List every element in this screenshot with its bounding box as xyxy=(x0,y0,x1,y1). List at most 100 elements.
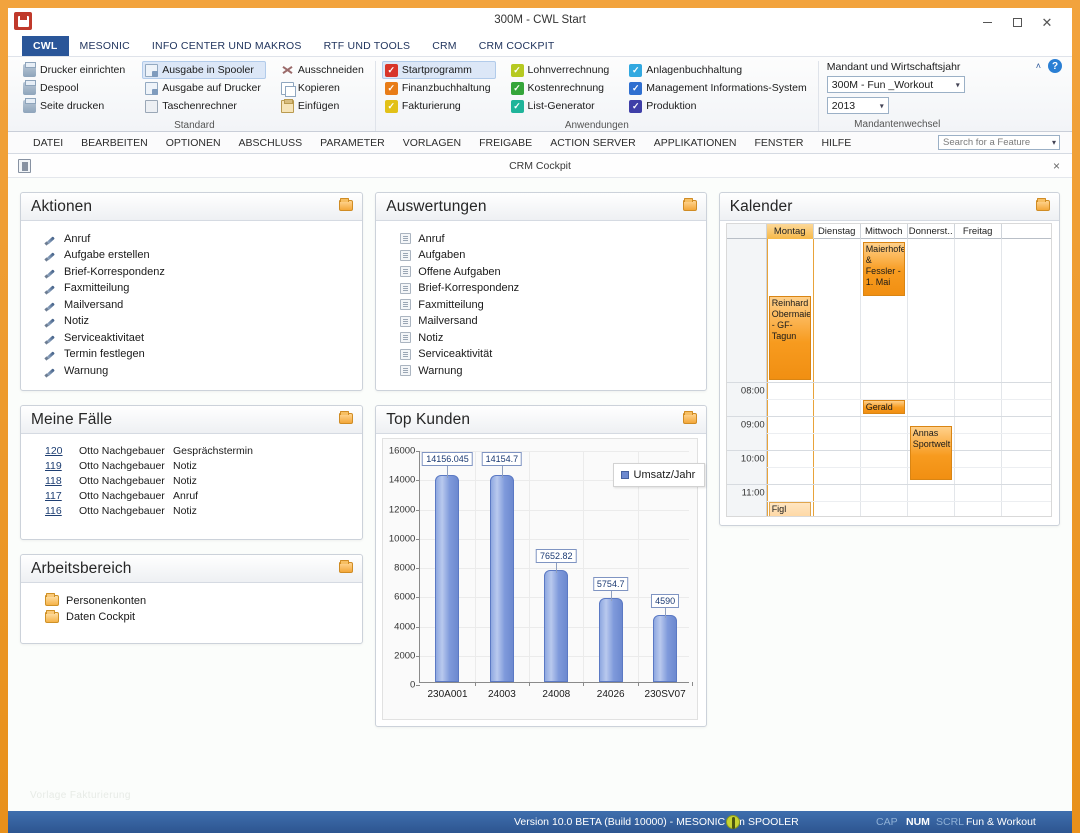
ribbon-item-produktion[interactable]: Produktion xyxy=(626,97,811,115)
list-item[interactable]: Warnung xyxy=(400,363,695,378)
table-row[interactable]: 116 Otto Nachgebauer Notiz xyxy=(45,504,352,517)
menu-item-hilfe[interactable]: HILFE xyxy=(812,137,860,149)
menu-item-freigabe[interactable]: FREIGABE xyxy=(470,137,541,149)
collapse-ribbon-icon[interactable]: ˄ xyxy=(1036,61,1041,71)
ribbon-tab-mesonic[interactable]: MESONIC xyxy=(69,36,141,56)
chart-bar[interactable] xyxy=(653,614,678,682)
folder-icon[interactable] xyxy=(339,198,354,211)
calendar-day-column[interactable] xyxy=(955,239,1002,516)
list-item[interactable]: Notiz xyxy=(45,314,352,329)
menu-item-abschluss[interactable]: ABSCHLUSS xyxy=(230,137,312,149)
ribbon-item-taschenrechner[interactable]: Taschenrechner xyxy=(142,97,266,115)
chart-bar[interactable] xyxy=(489,475,514,682)
calendar-event[interactable]: Maierhofe & Fessler - 1. Mai xyxy=(862,242,905,296)
chart-bar[interactable] xyxy=(544,570,569,682)
calendar-day-header[interactable]: Mittwoch xyxy=(861,224,908,239)
calendar-day-header[interactable]: Dienstag xyxy=(814,224,861,239)
menu-item-datei[interactable]: DATEI xyxy=(24,137,72,149)
list-item[interactable]: Notiz xyxy=(400,330,695,345)
ribbon-item-ausgabe-auf-drucker[interactable]: Ausgabe auf Drucker xyxy=(142,79,266,97)
ribbon-tab-crm[interactable]: CRM xyxy=(421,36,468,56)
calendar-day-header[interactable]: Donnerst.. xyxy=(908,224,955,239)
minimize-button[interactable] xyxy=(974,12,1000,32)
search-input[interactable]: Search for a Feature ▾ xyxy=(938,135,1060,150)
list-item[interactable]: Personenkonten xyxy=(45,593,352,608)
menu-item-bearbeiten[interactable]: BEARBEITEN xyxy=(72,137,157,149)
folder-icon[interactable] xyxy=(682,198,697,211)
ribbon-tab-crm-cockpit[interactable]: CRM COCKPIT xyxy=(468,36,566,56)
calendar-day-column[interactable] xyxy=(814,239,861,516)
list-item[interactable]: Termin festlegen xyxy=(45,347,352,362)
client-select[interactable]: 300M - Fun _Workout ▾ xyxy=(826,76,965,93)
list-item[interactable]: Mailversand xyxy=(45,297,352,312)
menu-item-optionen[interactable]: OPTIONEN xyxy=(157,137,230,149)
table-row[interactable]: 117 Otto Nachgebauer Anruf xyxy=(45,489,352,502)
calendar-grid[interactable]: Montag Dienstag Mittwoch Donnerst.. Freitag 0… xyxy=(725,223,1052,517)
close-button[interactable]: ✕ xyxy=(1034,12,1060,32)
calendar-event[interactable]: Annas Sportwelt xyxy=(909,426,952,480)
document-close-button[interactable]: × xyxy=(1053,159,1060,173)
table-row[interactable]: 120 Otto Nachgebauer Gesprächstermin xyxy=(45,444,352,457)
folder-icon[interactable] xyxy=(1036,198,1050,211)
list-item[interactable]: Serviceaktivität xyxy=(400,347,695,362)
menu-item-action-server[interactable]: ACTION SERVER xyxy=(541,137,645,149)
status-spooler[interactable]: SPOOLER xyxy=(748,816,799,828)
folder-icon[interactable] xyxy=(682,411,697,424)
list-item[interactable]: Brief-Korrespondenz xyxy=(45,264,352,279)
ribbon-tab-cwl[interactable]: CWL xyxy=(22,36,69,56)
list-item[interactable]: Anruf xyxy=(45,231,352,246)
menu-item-applikationen[interactable]: APPLIKATIONEN xyxy=(645,137,746,149)
folder-icon[interactable] xyxy=(339,411,354,424)
list-item[interactable]: Daten Cockpit xyxy=(45,609,352,625)
list-item[interactable]: Anruf xyxy=(400,231,695,246)
ribbon-item-drucker-einrichten[interactable]: Drucker einrichten xyxy=(20,61,130,79)
case-id-link[interactable]: 119 xyxy=(45,460,79,472)
list-item[interactable]: Faxmitteilung xyxy=(400,297,695,312)
list-item[interactable]: Aufgaben xyxy=(400,248,695,263)
ribbon-item-finanzbuchhaltung[interactable]: Finanzbuchhaltung xyxy=(382,79,496,97)
case-id-link[interactable]: 117 xyxy=(45,490,79,502)
case-id-link[interactable]: 120 xyxy=(45,445,79,457)
ribbon-item-lohnverrechnung[interactable]: Lohnverrechnung xyxy=(508,61,615,79)
help-icon[interactable]: ? xyxy=(1048,59,1062,73)
ribbon-item-ausschneiden[interactable]: Ausschneiden xyxy=(278,61,369,79)
year-select[interactable]: 2013 ▾ xyxy=(826,97,889,114)
menu-item-fenster[interactable]: FENSTER xyxy=(745,137,812,149)
ribbon-tab-rtf-und-tools[interactable]: RTF UND TOOLS xyxy=(313,36,422,56)
ribbon-item-kopieren[interactable]: Kopieren xyxy=(278,79,369,97)
ribbon-item-startprogramm[interactable]: Startprogramm xyxy=(381,61,496,79)
case-id-link[interactable]: 116 xyxy=(45,505,79,517)
ribbon-item-fakturierung[interactable]: Fakturierung xyxy=(382,97,496,115)
calendar-event[interactable]: Reinhard Obermaie - GF-Tagun xyxy=(768,296,811,380)
ribbon-item-kostenrechnung[interactable]: Kostenrechnung xyxy=(508,79,615,97)
calendar-day-header[interactable]: Montag xyxy=(766,224,814,239)
ribbon-item-seite-drucken[interactable]: Seite drucken xyxy=(20,97,130,115)
maximize-button[interactable] xyxy=(1004,12,1030,32)
ribbon-item-einf-gen[interactable]: Einfügen xyxy=(278,97,369,115)
ribbon-item-list-generator[interactable]: List-Generator xyxy=(508,97,615,115)
ribbon-item-management-informations-system[interactable]: Management Informations-System xyxy=(626,79,811,97)
list-item[interactable]: Faxmitteilung xyxy=(45,281,352,296)
list-item[interactable]: Aufgabe erstellen xyxy=(45,248,352,263)
calendar-day-header[interactable]: Freitag xyxy=(955,224,1002,239)
case-id-link[interactable]: 118 xyxy=(45,475,79,487)
chart-bar[interactable] xyxy=(598,597,623,682)
chart-legend[interactable]: Umsatz/Jahr xyxy=(612,463,706,487)
calendar-event[interactable]: Figl GmbH - Präsentati xyxy=(768,502,811,516)
ribbon-item-anlagenbuchhaltung[interactable]: Anlagenbuchhaltung xyxy=(626,61,811,79)
list-item[interactable]: Offene Aufgaben xyxy=(400,264,695,279)
ribbon-item-ausgabe-in-spooler[interactable]: Ausgabe in Spooler xyxy=(142,61,266,79)
list-item[interactable]: Warnung xyxy=(45,363,352,378)
ribbon-tab-info-center-und-makros[interactable]: INFO CENTER UND MAKROS xyxy=(141,36,313,56)
ribbon-item-despool[interactable]: Despool xyxy=(20,79,130,97)
calendar-event[interactable]: Gerald xyxy=(862,400,905,414)
list-item[interactable]: Mailversand xyxy=(400,314,695,329)
list-item[interactable]: Brief-Korrespondenz xyxy=(400,281,695,296)
menu-item-parameter[interactable]: PARAMETER xyxy=(311,137,394,149)
list-item[interactable]: Serviceaktivitaet xyxy=(45,330,352,345)
folder-icon[interactable] xyxy=(339,560,354,573)
table-row[interactable]: 118 Otto Nachgebauer Notiz xyxy=(45,474,352,487)
table-row[interactable]: 119 Otto Nachgebauer Notiz xyxy=(45,459,352,472)
menu-item-vorlagen[interactable]: VORLAGEN xyxy=(394,137,470,149)
chart-bar[interactable] xyxy=(435,474,460,682)
